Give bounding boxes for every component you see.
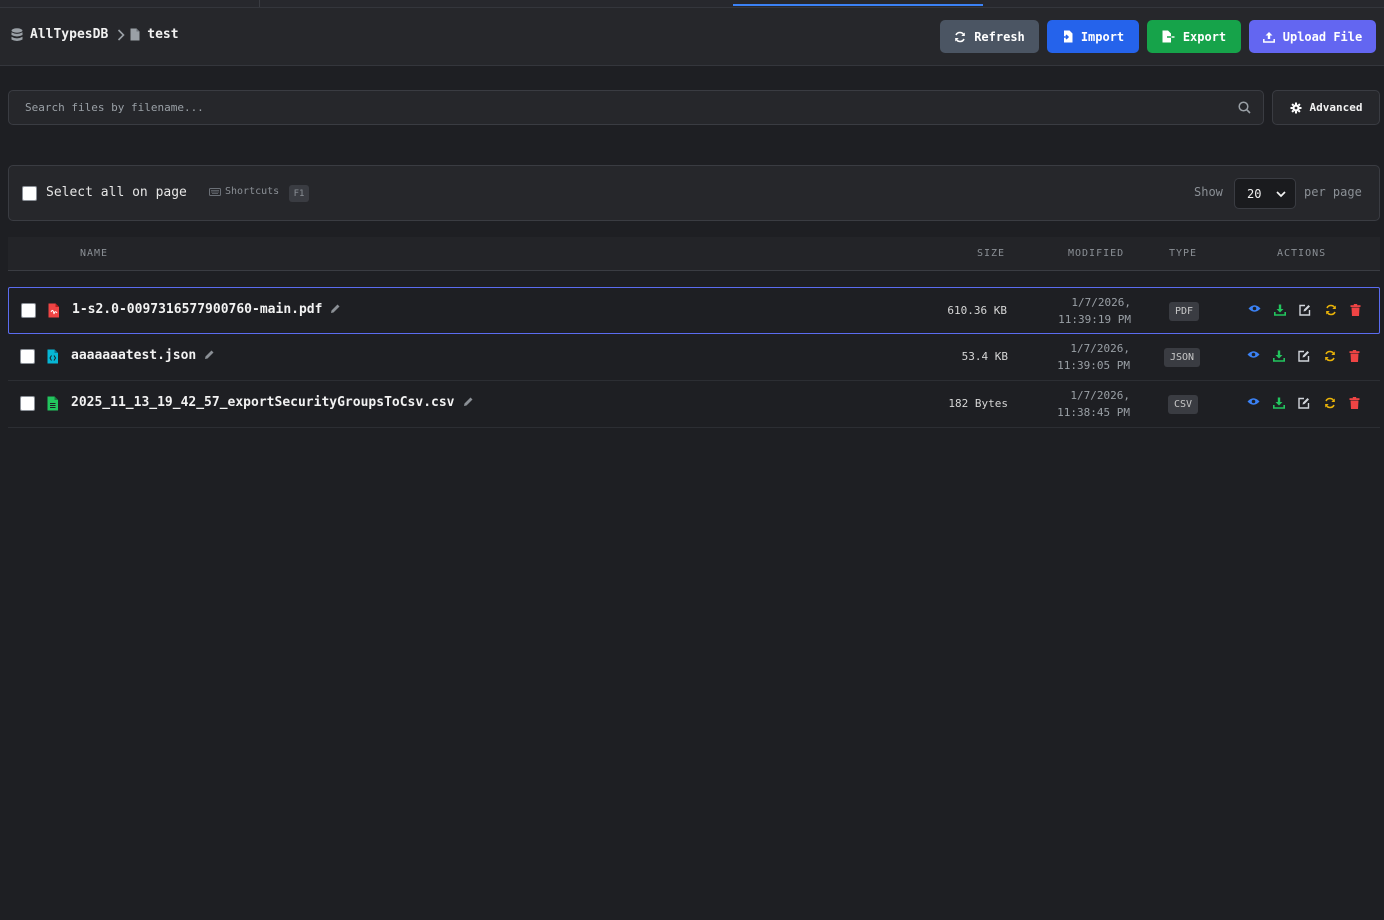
select-all-label[interactable]: Select all on page xyxy=(46,185,187,200)
advanced-search-button[interactable]: Advanced xyxy=(1272,90,1380,125)
file-modified: 1/7/2026, 11:38:45 PM xyxy=(1030,387,1130,421)
file-name-text[interactable]: aaaaaaatest.json xyxy=(71,348,196,363)
download-icon[interactable] xyxy=(1272,397,1285,409)
json-file-icon xyxy=(47,349,58,364)
show-label: Show xyxy=(1194,185,1223,199)
file-name-text[interactable]: 1-s2.0-0097316577900760-main.pdf xyxy=(72,302,322,317)
column-header-type[interactable]: TYPE xyxy=(1169,248,1197,259)
file-name-text[interactable]: 2025_11_13_19_42_57_exportSecurityGroups… xyxy=(71,395,455,410)
tab-strip xyxy=(0,0,1384,8)
search-icon[interactable] xyxy=(1238,101,1251,114)
export-label: Export xyxy=(1182,29,1227,44)
rename-pencil-icon[interactable] xyxy=(204,349,215,360)
search-input[interactable] xyxy=(9,91,1229,124)
file-type-badge: PDF xyxy=(1169,302,1200,321)
import-button[interactable]: Import xyxy=(1047,20,1139,53)
column-header-size[interactable]: SIZE xyxy=(977,248,1005,259)
rename-pencil-icon[interactable] xyxy=(463,396,474,407)
upload-label: Upload File xyxy=(1282,29,1363,44)
per-page-label: per page xyxy=(1304,185,1362,199)
replace-sync-icon[interactable] xyxy=(1325,304,1337,316)
view-eye-icon[interactable] xyxy=(1247,397,1260,406)
file-type-badge: JSON xyxy=(1164,348,1201,367)
file-import-icon xyxy=(1061,30,1073,43)
trash-icon[interactable] xyxy=(1350,304,1361,316)
import-label: Import xyxy=(1080,29,1125,44)
database-icon xyxy=(11,27,23,41)
table-row[interactable]: 2025_11_13_19_42_57_exportSecurityGroups… xyxy=(8,381,1380,428)
file-size: 182 Bytes xyxy=(948,397,1008,410)
modified-date: 1/7/2026, xyxy=(1071,296,1131,309)
refresh-label: Refresh xyxy=(974,29,1025,44)
file-modified: 1/7/2026, 11:39:05 PM xyxy=(1030,340,1130,374)
rename-pencil-icon[interactable] xyxy=(330,303,341,314)
row-checkbox[interactable] xyxy=(21,303,36,318)
refresh-icon xyxy=(955,31,966,42)
page-header: AllTypesDB test Refresh Import Export Up… xyxy=(0,8,1384,66)
breadcrumb-collection: test xyxy=(147,27,179,42)
row-checkbox[interactable] xyxy=(20,396,35,411)
search-bar xyxy=(8,90,1264,125)
column-header-modified[interactable]: MODIFIED xyxy=(1068,248,1124,259)
file-size: 610.36 KB xyxy=(947,304,1007,317)
column-header-name[interactable]: NAME xyxy=(80,248,108,259)
file-name[interactable]: aaaaaaatest.json xyxy=(71,348,215,363)
edit-icon[interactable] xyxy=(1298,397,1310,409)
modified-time: 11:38:45 PM xyxy=(1057,406,1130,419)
row-actions xyxy=(1248,304,1376,316)
select-all-checkbox[interactable] xyxy=(22,186,37,201)
file-name[interactable]: 1-s2.0-0097316577900760-main.pdf xyxy=(72,302,341,317)
gear-icon xyxy=(1290,102,1301,113)
download-icon[interactable] xyxy=(1273,304,1286,316)
file-size: 53.4 KB xyxy=(961,350,1008,363)
chevron-down-icon xyxy=(1276,191,1286,198)
tab-divider xyxy=(259,0,260,7)
modified-date: 1/7/2026, xyxy=(1070,389,1130,402)
modified-time: 11:39:19 PM xyxy=(1058,313,1131,326)
document-icon xyxy=(130,28,140,41)
download-icon[interactable] xyxy=(1272,350,1285,362)
column-header-actions: ACTIONS xyxy=(1277,248,1327,259)
table-header: NAME SIZE MODIFIED TYPE ACTIONS xyxy=(8,237,1380,271)
edit-icon[interactable] xyxy=(1299,304,1311,316)
refresh-button[interactable]: Refresh xyxy=(940,20,1039,53)
table-row[interactable]: aaaaaaatest.json 53.4 KB 1/7/2026, 11:39… xyxy=(8,334,1380,381)
upload-file-button[interactable]: Upload File xyxy=(1249,20,1376,53)
per-page-value: 20 xyxy=(1247,186,1262,201)
replace-sync-icon[interactable] xyxy=(1324,350,1336,362)
trash-icon[interactable] xyxy=(1349,397,1360,409)
upload-icon xyxy=(1262,31,1275,43)
modified-time: 11:39:05 PM xyxy=(1057,359,1130,372)
shortcuts-label[interactable]: Shortcuts xyxy=(225,186,279,197)
file-type-badge: CSV xyxy=(1168,395,1199,414)
advanced-label: Advanced xyxy=(1309,101,1363,114)
shortcut-key-badge: F1 xyxy=(289,185,309,202)
breadcrumb-database[interactable]: AllTypesDB xyxy=(30,27,108,42)
table-row[interactable]: 1-s2.0-0097316577900760-main.pdf 610.36 … xyxy=(8,287,1380,334)
view-eye-icon[interactable] xyxy=(1248,304,1261,313)
row-actions xyxy=(1247,397,1375,409)
file-export-icon xyxy=(1162,30,1175,43)
chevron-right-icon xyxy=(118,28,125,41)
export-button[interactable]: Export xyxy=(1147,20,1241,53)
file-modified: 1/7/2026, 11:39:19 PM xyxy=(1031,294,1131,328)
pdf-file-icon xyxy=(48,303,59,318)
row-checkbox[interactable] xyxy=(20,349,35,364)
file-name[interactable]: 2025_11_13_19_42_57_exportSecurityGroups… xyxy=(71,395,474,410)
row-actions xyxy=(1247,350,1375,362)
trash-icon[interactable] xyxy=(1349,350,1360,362)
replace-sync-icon[interactable] xyxy=(1324,397,1336,409)
active-tab-indicator[interactable] xyxy=(733,4,983,6)
modified-date: 1/7/2026, xyxy=(1070,342,1130,355)
keyboard-icon xyxy=(209,188,221,196)
selection-toolbar: Select all on page Shortcuts F1 Show 20 … xyxy=(8,165,1380,221)
csv-file-icon xyxy=(47,396,58,411)
breadcrumb: AllTypesDB test xyxy=(11,27,179,42)
per-page-select[interactable]: 20 xyxy=(1234,178,1296,209)
edit-icon[interactable] xyxy=(1298,350,1310,362)
view-eye-icon[interactable] xyxy=(1247,350,1260,359)
